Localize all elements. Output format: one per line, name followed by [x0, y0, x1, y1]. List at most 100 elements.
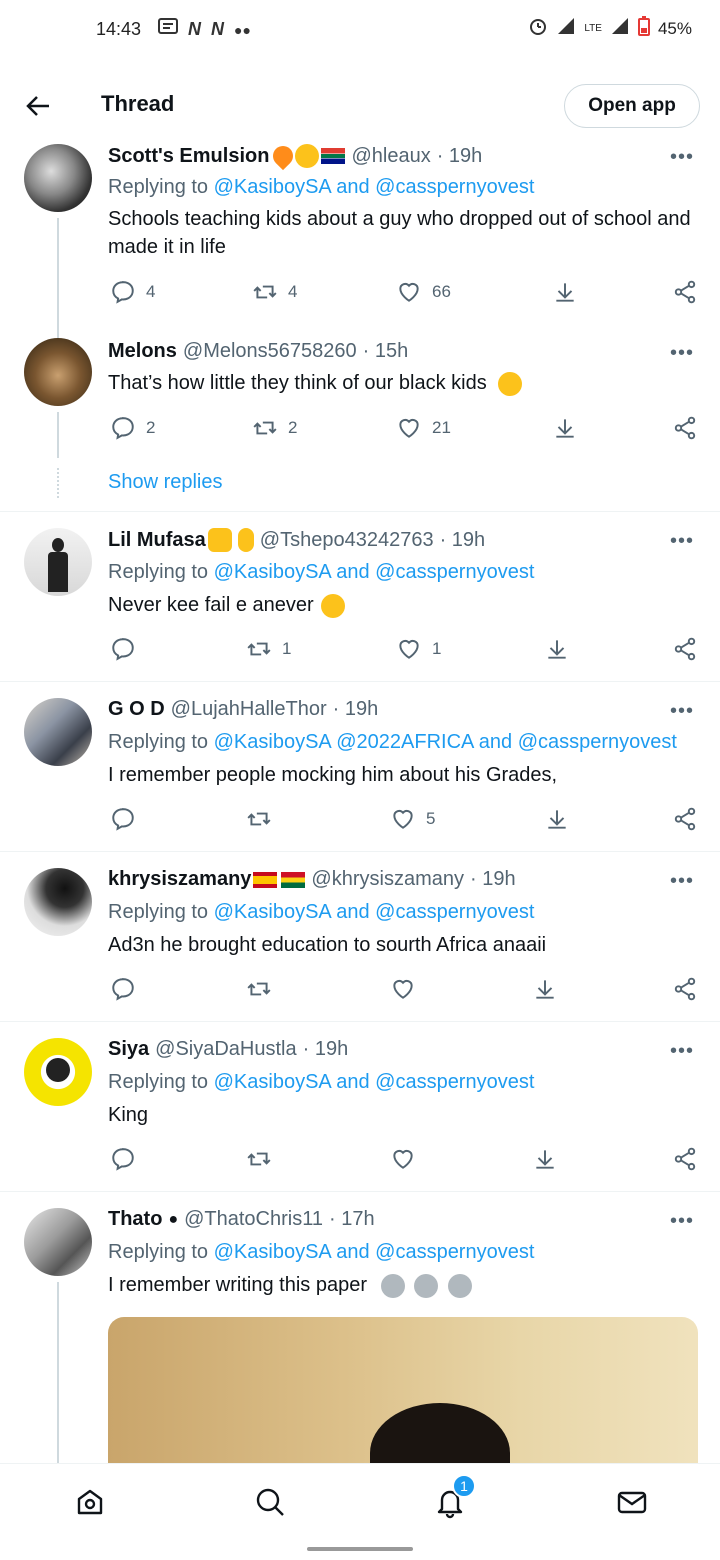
- replying-to: Replying to @KasiboySA and @casspernyove…: [108, 1241, 534, 1264]
- thread-dotted-line: [57, 468, 59, 498]
- show-replies-link[interactable]: Show replies: [108, 471, 223, 494]
- share-button[interactable]: [672, 636, 698, 662]
- news-icon: N: [211, 19, 224, 39]
- home-indicator[interactable]: [307, 1547, 413, 1551]
- bookmark-button[interactable]: [552, 279, 578, 305]
- share-icon: [674, 416, 696, 440]
- more-options-icon[interactable]: •••: [670, 1040, 694, 1063]
- share-button[interactable]: [672, 976, 698, 1002]
- tweet-text: Never kee fail e anever: [108, 591, 698, 619]
- reply-mentions[interactable]: @KasiboySA and @casspernyovest: [214, 1241, 535, 1263]
- reply-mentions[interactable]: @KasiboySA and @casspernyovest: [214, 901, 535, 923]
- reply-mentions[interactable]: @KasiboySA and @casspernyovest: [214, 561, 535, 583]
- avatar[interactable]: [24, 868, 92, 936]
- avatar[interactable]: [24, 528, 92, 596]
- more-options-icon[interactable]: •••: [670, 700, 694, 723]
- tweet-text: That’s how little they think of our blac…: [108, 369, 698, 397]
- reply-button[interactable]: [110, 806, 136, 832]
- tweet[interactable]: Melons @Melons56758260 · 15h ••• That’s …: [0, 338, 720, 512]
- like-button[interactable]: 66: [396, 279, 451, 305]
- tweet[interactable]: khrysiszamany @khrysiszamany · 19h ••• R…: [0, 852, 720, 1022]
- tweet-text: Schools teaching kids about a guy who dr…: [108, 208, 691, 258]
- open-app-button[interactable]: Open app: [564, 84, 700, 128]
- retweet-button[interactable]: [246, 806, 272, 832]
- avatar[interactable]: [24, 1208, 92, 1276]
- nav-search[interactable]: [250, 1482, 290, 1522]
- tweet[interactable]: Siya @SiyaDaHustla · 19h ••• Replying to…: [0, 1022, 720, 1192]
- tweet[interactable]: Lil Mufasa @Tshepo43242763 · 19h ••• Rep…: [0, 512, 720, 682]
- bookmark-button[interactable]: [544, 636, 570, 662]
- user-handle: @Melons56758260: [182, 340, 357, 362]
- display-name[interactable]: Lil Mufasa: [108, 529, 206, 552]
- reply-button[interactable]: 4: [110, 279, 155, 305]
- avatar[interactable]: [24, 1038, 92, 1106]
- display-name[interactable]: Melons: [108, 340, 177, 363]
- reply-count: 2: [146, 418, 156, 437]
- reply-button[interactable]: [110, 976, 136, 1002]
- share-button[interactable]: [672, 415, 698, 441]
- more-options-icon[interactable]: •••: [670, 146, 694, 169]
- display-name[interactable]: Siya: [108, 1038, 149, 1061]
- skull-icon: [447, 1273, 472, 1298]
- tweet[interactable]: Scott's Emulsion @hleaux · 19h ••• Reply…: [0, 138, 720, 338]
- reply-button[interactable]: 2: [110, 415, 155, 441]
- reply-button[interactable]: [110, 636, 136, 662]
- avatar[interactable]: [24, 698, 92, 766]
- flexed-biceps-icon: [207, 528, 232, 552]
- reply-button[interactable]: [110, 1146, 136, 1172]
- avatar[interactable]: [24, 144, 92, 212]
- avatar[interactable]: [24, 338, 92, 406]
- like-button[interactable]: 21: [396, 415, 451, 441]
- tweet[interactable]: G O D @LujahHalleThor · 19h ••• Replying…: [0, 682, 720, 852]
- nav-messages[interactable]: [612, 1482, 652, 1522]
- tweet-text: I remember writing this paper: [108, 1271, 698, 1299]
- nav-home[interactable]: [70, 1482, 110, 1522]
- reply-icon: [112, 638, 134, 661]
- leg-icon: [237, 528, 254, 552]
- like-button[interactable]: 5: [390, 806, 435, 832]
- retweet-button[interactable]: 1: [246, 636, 291, 662]
- retweet-button[interactable]: 4: [252, 279, 297, 305]
- more-options-icon[interactable]: •••: [670, 1210, 694, 1233]
- like-button[interactable]: 1: [396, 636, 441, 662]
- share-button[interactable]: [672, 1146, 698, 1172]
- download-icon: [556, 419, 574, 438]
- replying-to: Replying to @KasiboySA and @casspernyove…: [108, 901, 534, 924]
- retweet-button[interactable]: [246, 976, 272, 1002]
- tweet-header: khrysiszamany @khrysiszamany · 19h: [108, 868, 516, 891]
- user-handle: @hleaux: [351, 144, 431, 167]
- replying-prefix: Replying to: [108, 731, 209, 753]
- bookmark-button[interactable]: [532, 976, 558, 1002]
- display-name[interactable]: G O D: [108, 698, 165, 721]
- share-button[interactable]: [672, 806, 698, 832]
- user-handle: @khrysiszamany: [311, 868, 464, 890]
- share-button[interactable]: [672, 279, 698, 305]
- tweet-media-image[interactable]: [108, 1317, 698, 1463]
- like-button[interactable]: [390, 1146, 416, 1172]
- retweet-count: 1: [282, 639, 292, 658]
- arrow-left-icon: [26, 96, 49, 116]
- retweet-button[interactable]: 2: [252, 415, 297, 441]
- more-options-icon[interactable]: •••: [670, 342, 694, 365]
- bookmark-button[interactable]: [552, 415, 578, 441]
- retweet-button[interactable]: [246, 1146, 272, 1172]
- display-name[interactable]: Scott's Emulsion: [108, 145, 269, 168]
- reply-mentions[interactable]: @KasiboySA and @casspernyovest: [214, 176, 535, 198]
- more-options-icon[interactable]: •••: [670, 870, 694, 893]
- replying-to: Replying to @KasiboySA @2022AFRICA and @…: [108, 731, 677, 754]
- back-button[interactable]: [20, 88, 56, 124]
- bookmark-button[interactable]: [544, 806, 570, 832]
- display-name[interactable]: Thato: [108, 1208, 162, 1231]
- tweet-header: G O D @LujahHalleThor · 19h: [108, 698, 378, 721]
- status-right: LTE 45%: [528, 16, 692, 41]
- apple-logo-icon: ●: [168, 1210, 179, 1228]
- reply-mentions[interactable]: @KasiboySA and @casspernyovest: [214, 1071, 535, 1093]
- nav-notifications[interactable]: 1: [430, 1474, 476, 1522]
- reply-mentions[interactable]: @KasiboySA @2022AFRICA and @casspernyove…: [214, 731, 677, 753]
- bookmark-button[interactable]: [532, 1146, 558, 1172]
- like-button[interactable]: [390, 976, 416, 1002]
- display-name[interactable]: khrysiszamany: [108, 868, 251, 891]
- reply-icon: [112, 1148, 134, 1171]
- more-options-icon[interactable]: •••: [670, 530, 694, 553]
- skull-icon: [380, 1273, 405, 1298]
